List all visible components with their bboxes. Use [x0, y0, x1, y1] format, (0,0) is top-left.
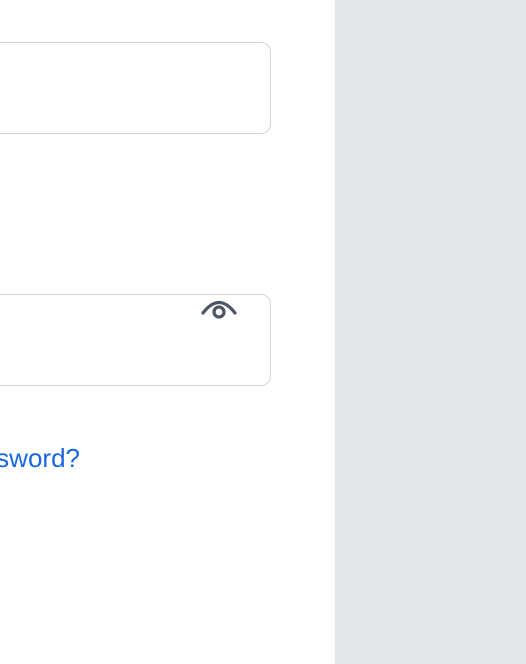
forgot-password-link[interactable]: Forgot Password?: [0, 442, 80, 474]
eye-icon: [200, 296, 238, 329]
login-page: Forgot Password?: [0, 0, 526, 664]
side-panel: [335, 0, 526, 664]
login-form-panel: Forgot Password?: [0, 0, 335, 664]
username-input[interactable]: [0, 42, 271, 134]
show-password-toggle[interactable]: [199, 297, 239, 327]
